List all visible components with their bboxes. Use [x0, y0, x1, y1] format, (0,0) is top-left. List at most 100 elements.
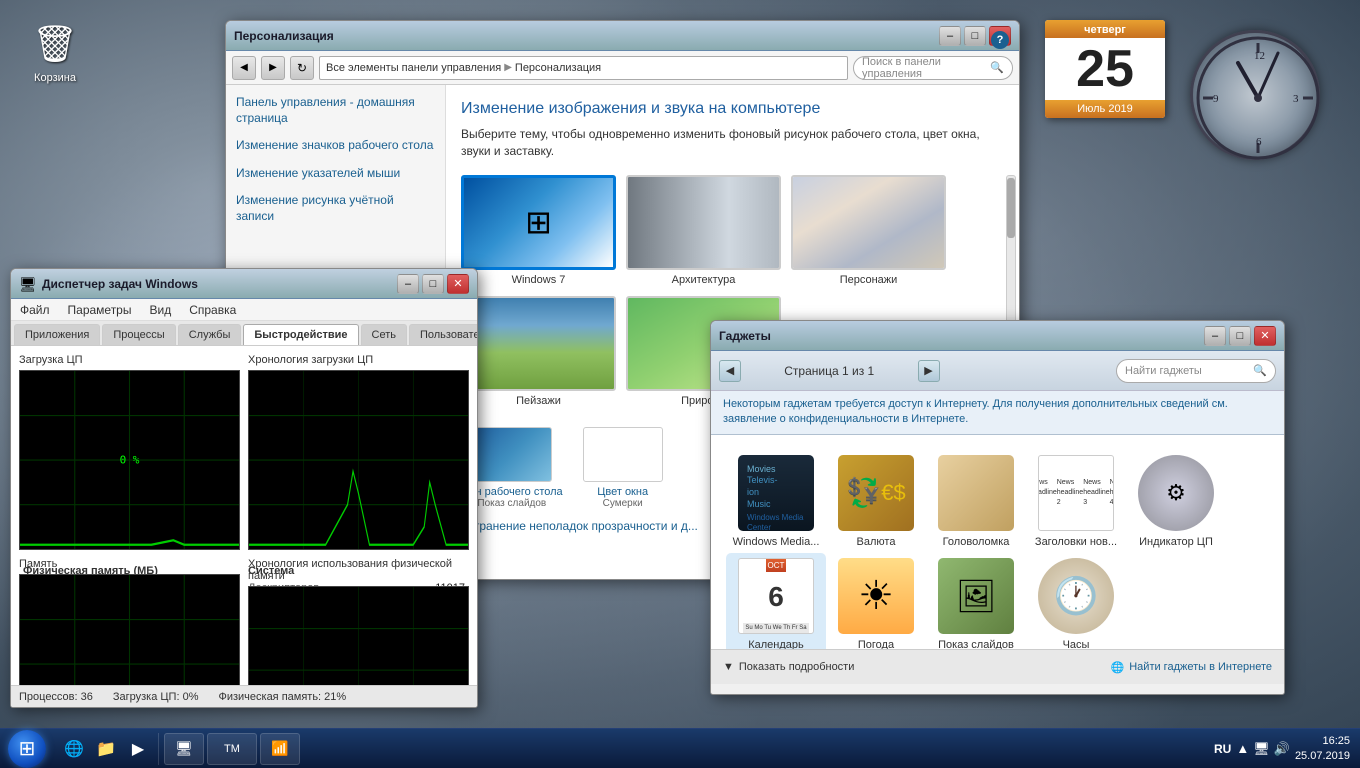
network-taskbar-app[interactable]: 📶 — [260, 733, 300, 765]
gadgets-minimize-btn[interactable]: – — [1204, 326, 1226, 346]
personalization-addressbar: ◀ ▶ ↻ Все элементы панели управления ▶ П… — [226, 51, 1019, 85]
tray-lang: RU — [1214, 742, 1231, 756]
svg-text:3: 3 — [1293, 93, 1299, 105]
nav-forward-btn[interactable]: ▶ — [261, 56, 285, 80]
gadget-currency-label: Валюта — [857, 536, 896, 548]
gadgets-show-details-btn[interactable]: ▼ Показать подробности — [723, 661, 854, 673]
nav-refresh-btn[interactable]: ↻ — [290, 56, 314, 80]
ie-quicklaunch-btn[interactable]: 🌐 — [59, 734, 89, 764]
tm-cpu-graph: 0 % — [19, 370, 240, 550]
taskmanager-maximize-btn[interactable]: □ — [422, 274, 444, 294]
tm-tab-services[interactable]: Службы — [178, 324, 242, 345]
tm-tab-network[interactable]: Сеть — [361, 324, 407, 345]
tm-menu-file[interactable]: Файл — [16, 301, 54, 319]
tm-tab-users[interactable]: Пользователи — [409, 324, 478, 345]
tm-menu-view[interactable]: Вид — [145, 301, 175, 319]
tm-cpu-title: Загрузка ЦП — [19, 354, 240, 366]
gadget-news[interactable]: RSS News headline 1 News headline 2 News… — [1026, 450, 1126, 553]
gadget-calendar-label: Календарь — [748, 639, 804, 649]
taskbar: ⊞ 🌐 📁 ▶ 🖥 TM 📶 RU ▲ 🖥 🔊 16:25 25.07.2019 — [0, 728, 1360, 768]
gadgets-window: Гаджеты – □ ✕ ◀ Страница 1 из 1 ▶ Найти … — [710, 320, 1285, 695]
gadget-news-icon: RSS News headline 1 News headline 2 News… — [1038, 455, 1114, 531]
gadget-slideshow[interactable]: 🖼 Показ слайдов — [926, 553, 1026, 649]
tm-menu-help[interactable]: Справка — [185, 301, 240, 319]
theme-arch-label: Архитектура — [672, 274, 736, 286]
media-quicklaunch-btn[interactable]: ▶ — [123, 734, 153, 764]
quick-launch-bar: 🌐 📁 ▶ — [54, 733, 159, 765]
taskmanager-close-btn[interactable]: ✕ — [447, 274, 469, 294]
bottom-color-name: Цвет окна — [597, 486, 648, 498]
gadgets-next-btn[interactable]: ▶ — [918, 360, 940, 382]
sidebar-home-link[interactable]: Панель управления - домашняя страница — [236, 95, 435, 126]
personalization-main-desc: Выберите тему, чтобы одновременно измени… — [461, 126, 1004, 160]
theme-chars[interactable]: Персонажи — [791, 175, 946, 286]
personalization-minimize-btn[interactable]: – — [939, 26, 961, 46]
gadget-puzzle-label: Головоломка — [943, 536, 1010, 548]
gadget-cpu[interactable]: ⚙ Индикатор ЦП — [1126, 450, 1226, 553]
tm-tab-apps[interactable]: Приложения — [14, 324, 100, 345]
taskmanager-controls: – □ ✕ — [397, 274, 469, 294]
theme-landscape[interactable]: Пейзажи — [461, 296, 616, 407]
clock-widget: 12 3 6 9 — [1180, 20, 1330, 170]
gadget-puzzle[interactable]: Головоломка — [926, 450, 1026, 553]
tm-menu-params[interactable]: Параметры — [64, 301, 136, 319]
gadget-cpu-icon: ⚙ — [1138, 455, 1214, 531]
tray-sound-icon[interactable]: 🔊 — [1274, 741, 1290, 757]
taskmanager-menubar: Файл Параметры Вид Справка — [11, 299, 477, 321]
bottom-wallpaper-thumb — [472, 427, 552, 482]
sidebar-desktop-icons-link[interactable]: Изменение значков рабочего стола — [236, 138, 435, 154]
wallpaper-image — [473, 428, 551, 481]
gadgets-find-online-btn[interactable]: 🌐 Найти гаджеты в Интернете — [1111, 661, 1272, 674]
gadgets-search-bar[interactable]: Найти гаджеты 🔍 — [1116, 359, 1276, 383]
gadget-clock[interactable]: 🕐 Часы — [1026, 553, 1126, 649]
tm-system-title: Система — [248, 565, 465, 577]
explorer-quicklaunch-btn[interactable]: 📁 — [91, 734, 121, 764]
gadget-wm-label: Windows Media... — [733, 536, 820, 548]
taskmanager-minimize-btn[interactable]: – — [397, 274, 419, 294]
taskmanager-taskbar-app[interactable]: TM — [207, 733, 257, 765]
gadgets-prev-btn[interactable]: ◀ — [719, 360, 741, 382]
color-image — [584, 428, 662, 481]
gadgets-maximize-btn[interactable]: □ — [1229, 326, 1251, 346]
cpu-percentage: 0 % — [120, 454, 140, 467]
gadget-wm[interactable]: Movies Televis- ion Music Windows Media … — [726, 450, 826, 553]
gadgets-search-placeholder: Найти гаджеты — [1125, 365, 1202, 377]
nav-back-btn[interactable]: ◀ — [232, 56, 256, 80]
gadgets-grid: Movies Televis- ion Music Windows Media … — [711, 435, 1284, 649]
tm-tab-performance[interactable]: Быстродействие — [243, 324, 358, 345]
calendar-month-year: Июль 2019 — [1045, 100, 1165, 118]
display-taskbar-app[interactable]: 🖥 — [164, 733, 204, 765]
memory-graph-svg — [20, 575, 239, 694]
tm-cpu-panel: Загрузка ЦП — [19, 354, 240, 550]
gadget-currency[interactable]: 💱 Валюта — [826, 450, 926, 553]
personalization-main-title: Изменение изображения и звука на компьют… — [461, 100, 1004, 118]
gadget-news-label: Заголовки нов... — [1035, 536, 1117, 548]
sidebar-mouse-pointers-link[interactable]: Изменение указателей мыши — [236, 166, 435, 182]
gadget-puzzle-icon — [938, 455, 1014, 531]
theme-arch[interactable]: Архитектура — [626, 175, 781, 286]
theme-win7[interactable]: ⊞ Windows 7 — [461, 175, 616, 286]
taskmanager-window: 🖥 Диспетчер задач Windows – □ ✕ Файл Пар… — [10, 268, 478, 708]
search-icon: 🔍 — [990, 61, 1004, 74]
theme-arch-image — [628, 177, 779, 268]
search-bar[interactable]: Поиск в панели управления 🔍 — [853, 56, 1013, 80]
earth-icon: 🌐 — [1111, 661, 1125, 674]
gadgets-close-btn[interactable]: ✕ — [1254, 326, 1276, 346]
theme-win7-thumb: ⊞ — [461, 175, 616, 270]
tray-network-icon[interactable]: 🖥 — [1253, 741, 1270, 757]
gadget-clock-icon: 🕐 — [1038, 558, 1114, 634]
personalization-maximize-btn[interactable]: □ — [964, 26, 986, 46]
gadget-calendar[interactable]: OCT 6 Su Mo Tu We Th Fr Sa Календарь — [726, 553, 826, 649]
desktop-recycle-bin[interactable]: 🗑 Корзина — [20, 20, 90, 85]
bottom-color-sub: Сумерки — [603, 498, 643, 509]
tray-arrow-icon[interactable]: ▲ — [1236, 741, 1249, 756]
clock-face: 12 3 6 9 — [1190, 30, 1320, 160]
gadget-cpu-label: Индикатор ЦП — [1139, 536, 1213, 548]
address-bar[interactable]: Все элементы панели управления ▶ Персона… — [319, 56, 848, 80]
bottom-color-option[interactable]: Цвет окна Сумерки — [583, 427, 663, 509]
theme-arch-thumb — [626, 175, 781, 270]
sidebar-account-picture-link[interactable]: Изменение рисунка учётной записи — [236, 193, 435, 224]
gadget-weather[interactable]: ☀ Погода — [826, 553, 926, 649]
tm-tab-processes[interactable]: Процессы — [102, 324, 175, 345]
start-button[interactable]: ⊞ — [0, 729, 54, 768]
